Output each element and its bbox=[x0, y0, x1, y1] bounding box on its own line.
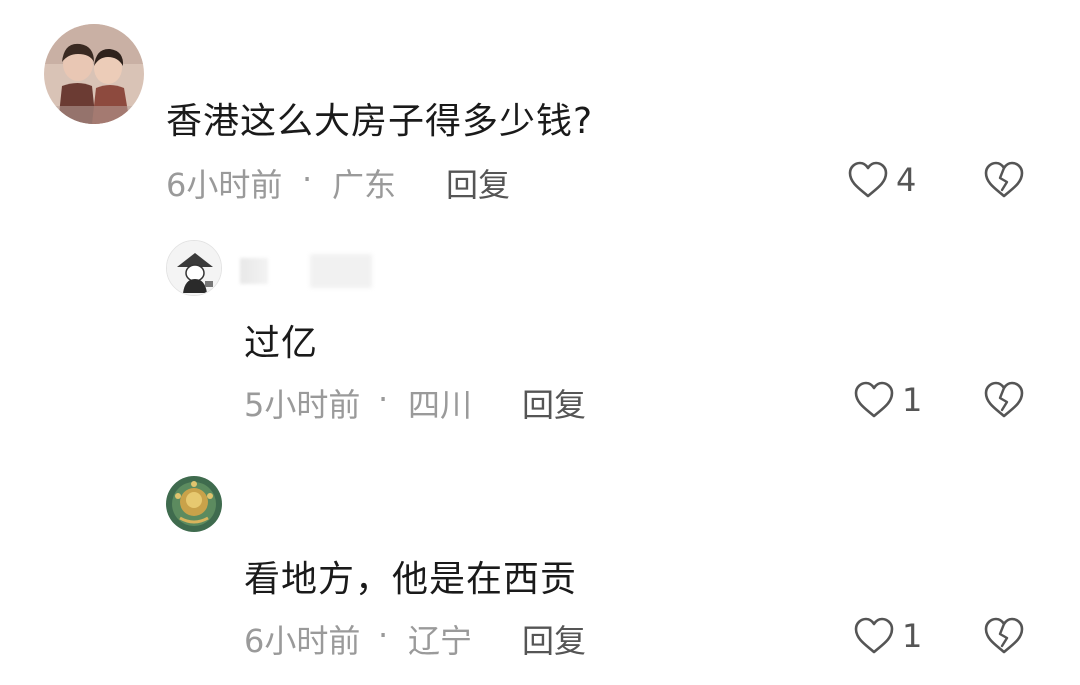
like-button[interactable]: 1 bbox=[852, 614, 922, 658]
reply-button[interactable]: 回复 bbox=[522, 380, 586, 426]
meta-separator: · bbox=[378, 380, 389, 418]
comment-text: 香港这么大房子得多少钱? bbox=[166, 101, 594, 142]
dislike-button[interactable] bbox=[982, 614, 1026, 662]
like-count: 1 bbox=[902, 617, 923, 655]
blurred-username bbox=[240, 252, 372, 290]
comment-location: 广东 bbox=[332, 166, 397, 204]
comment-time: 5小时前 bbox=[244, 386, 361, 424]
broken-heart-icon bbox=[984, 161, 1024, 198]
heart-icon bbox=[848, 161, 888, 198]
reply-button[interactable]: 回复 bbox=[446, 160, 510, 206]
broken-heart-icon bbox=[984, 617, 1024, 654]
avatar[interactable] bbox=[166, 476, 222, 532]
heart-icon bbox=[854, 381, 894, 418]
avatar[interactable] bbox=[166, 240, 222, 296]
like-count: 1 bbox=[902, 381, 923, 419]
avatar[interactable] bbox=[44, 24, 144, 124]
broken-heart-icon bbox=[984, 381, 1024, 418]
comment-location: 辽宁 bbox=[408, 622, 473, 660]
comment-location: 四川 bbox=[408, 386, 473, 424]
like-button[interactable]: 4 bbox=[846, 158, 916, 202]
heart-icon bbox=[854, 617, 894, 654]
comment-time: 6小时前 bbox=[166, 166, 283, 204]
dislike-button[interactable] bbox=[982, 378, 1026, 426]
comment-text: 过亿 bbox=[244, 323, 319, 364]
like-button[interactable]: 1 bbox=[852, 378, 922, 422]
meta-separator: · bbox=[302, 160, 313, 198]
meta-separator: · bbox=[378, 616, 389, 654]
comment-text: 看地方，他是在西贡 bbox=[244, 559, 578, 600]
reply-button[interactable]: 回复 bbox=[522, 616, 586, 662]
comment-time: 6小时前 bbox=[244, 622, 361, 660]
like-count: 4 bbox=[896, 161, 917, 199]
dislike-button[interactable] bbox=[982, 158, 1026, 206]
